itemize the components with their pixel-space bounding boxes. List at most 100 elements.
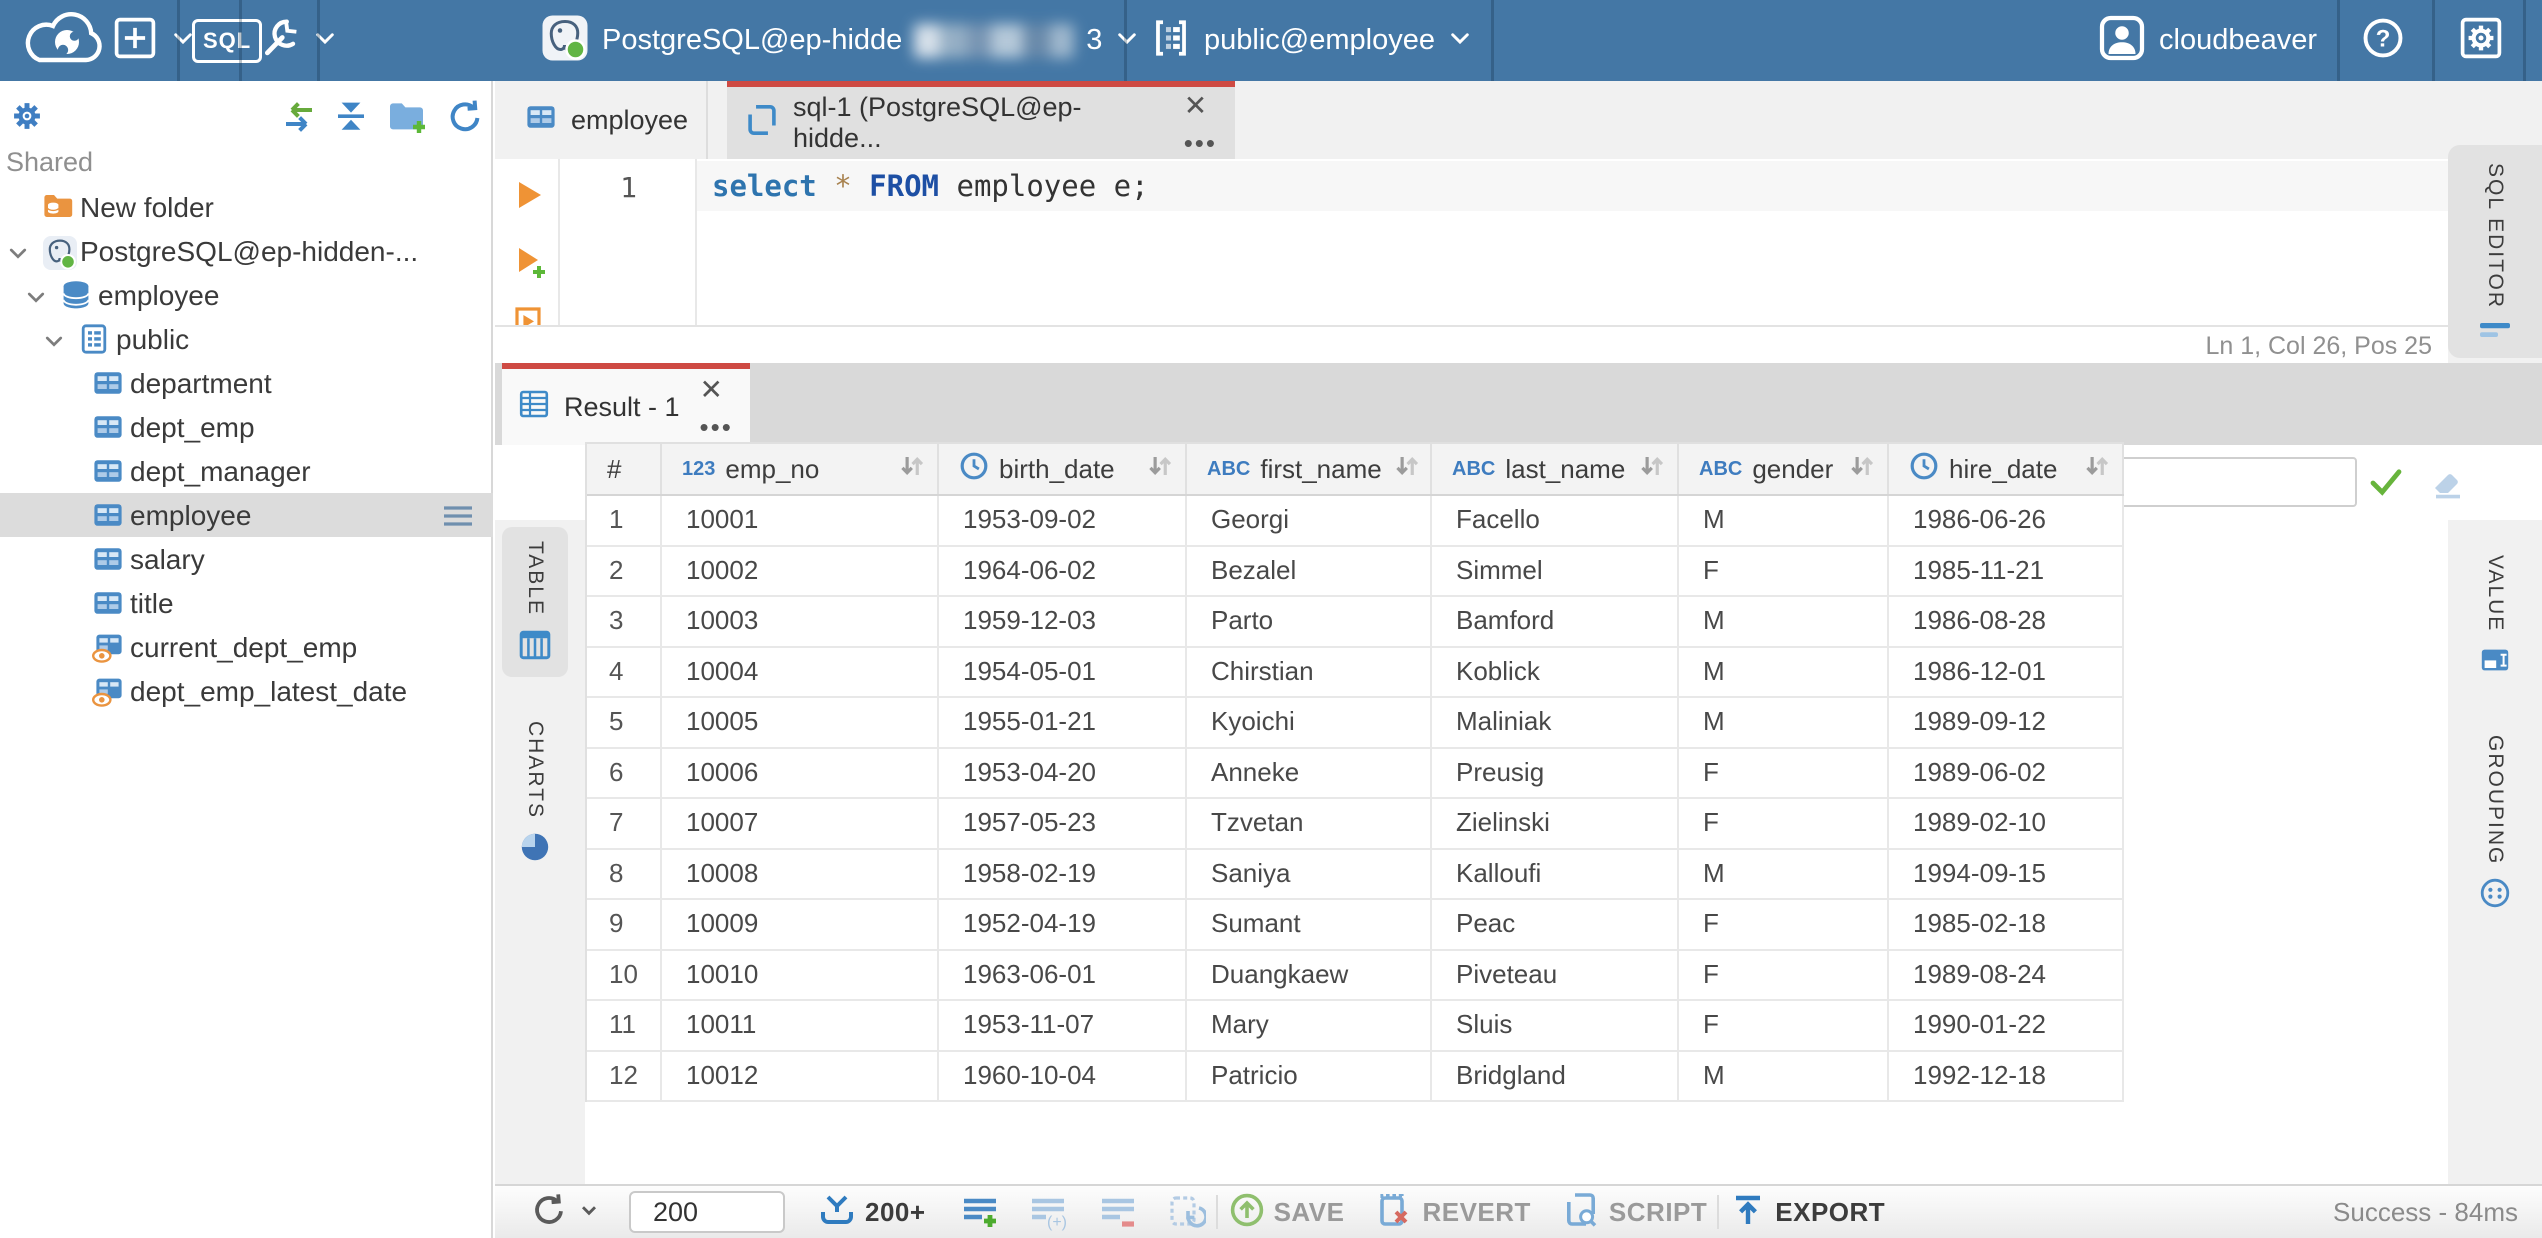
data-cell[interactable]: Duangkaew	[1187, 950, 1432, 999]
table-row[interactable]: 5 10005 1955-01-21 Kyoichi Maliniak M 1989-09-…	[587, 698, 2124, 749]
data-cell[interactable]: Preusig	[1432, 748, 1679, 797]
data-cell[interactable]: Kalloufi	[1432, 849, 1679, 898]
data-cell[interactable]: 1958-02-19	[939, 849, 1187, 898]
vtab-value[interactable]: VALUE	[2448, 555, 2542, 681]
data-cell[interactable]: 10012	[662, 1051, 939, 1100]
data-cell[interactable]: M	[1679, 597, 1889, 646]
data-cell[interactable]: 1959-12-03	[939, 597, 1187, 646]
data-cell[interactable]: 1953-11-07	[939, 1001, 1187, 1050]
tree-item-public[interactable]: public	[0, 317, 493, 361]
sync-navigator-icon[interactable]	[278, 99, 320, 140]
data-cell[interactable]: 10002	[662, 546, 939, 595]
data-cell[interactable]: 1985-02-18	[1889, 900, 2124, 949]
result-grid[interactable]: #123 emp_no birth_date ABC first_name ABC last…	[585, 442, 2124, 1102]
code-area[interactable]: select * FROM employee e;	[697, 159, 2448, 325]
connection-selector[interactable]: PostgreSQL@ep-hidde 3	[540, 0, 1140, 81]
data-cell[interactable]: 1986-06-26	[1889, 496, 2124, 545]
data-cell[interactable]: F	[1679, 748, 1889, 797]
clear-filter-icon[interactable]	[2429, 465, 2465, 504]
chevron-down-icon[interactable]	[24, 284, 48, 316]
data-cell[interactable]: Zielinski	[1432, 799, 1679, 848]
data-cell[interactable]: F	[1679, 546, 1889, 595]
data-cell[interactable]: 10001	[662, 496, 939, 545]
tree-item-employee[interactable]: employee	[0, 493, 493, 537]
table-row[interactable]: 3 10003 1959-12-03 Parto Bamford M 1986-08-28	[587, 597, 2124, 648]
tree-item-employee[interactable]: employee	[0, 273, 493, 317]
data-cell[interactable]: 1994-09-15	[1889, 849, 2124, 898]
data-cell[interactable]: 1985-11-21	[1889, 546, 2124, 595]
tab-menu-icon[interactable]: •••	[1184, 130, 1217, 156]
data-cell[interactable]: Tzvetan	[1187, 799, 1432, 848]
data-cell[interactable]: Simmel	[1432, 546, 1679, 595]
data-cell[interactable]: 10011	[662, 1001, 939, 1050]
export-button[interactable]: EXPORT	[1729, 1191, 1885, 1234]
tab-employee[interactable]: employee	[507, 81, 709, 159]
data-cell[interactable]: Chirstian	[1187, 647, 1432, 696]
data-cell[interactable]: 1986-12-01	[1889, 647, 2124, 696]
data-cell[interactable]: M	[1679, 1051, 1889, 1100]
tree-item-department[interactable]: department	[0, 361, 493, 405]
execute-query-button[interactable]	[511, 177, 547, 218]
data-cell[interactable]: 10010	[662, 950, 939, 999]
data-cell[interactable]: Maliniak	[1432, 698, 1679, 747]
data-cell[interactable]: 1953-04-20	[939, 748, 1187, 797]
data-cell[interactable]: 10007	[662, 799, 939, 848]
duplicate-row-button[interactable]: (+)	[1028, 1193, 1070, 1231]
tree-item-title[interactable]: title	[0, 581, 493, 625]
script-button[interactable]: SCRIPT	[1561, 1190, 1707, 1235]
data-cell[interactable]: 1957-05-23	[939, 799, 1187, 848]
data-cell[interactable]: Georgi	[1187, 496, 1432, 545]
tab-result-1[interactable]: Result - 1 ✕ •••	[502, 363, 750, 445]
data-cell[interactable]: 1960-10-04	[939, 1051, 1187, 1100]
tab-menu-icon[interactable]: •••	[700, 414, 733, 440]
vtab-grouping[interactable]: GROUPING	[2448, 735, 2542, 914]
table-row[interactable]: 12 10012 1960-10-04 Patricio Bridgland M 1992-…	[587, 1051, 2124, 1102]
tree-item-current-dept-emp[interactable]: current_dept_emp	[0, 625, 493, 669]
data-cell[interactable]: 10009	[662, 900, 939, 949]
table-row[interactable]: 7 10007 1957-05-23 Tzvetan Zielinski F 1989-02…	[587, 799, 2124, 850]
data-cell[interactable]: Patricio	[1187, 1051, 1432, 1100]
column-header-last_name[interactable]: ABC last_name	[1432, 444, 1679, 494]
data-cell[interactable]: M	[1679, 647, 1889, 696]
data-cell[interactable]: 10004	[662, 647, 939, 696]
apply-filter-icon[interactable]	[2367, 465, 2405, 504]
table-row[interactable]: 4 10004 1954-05-01 Chirstian Koblick M 1986-12…	[587, 647, 2124, 698]
help-button[interactable]: ?	[2360, 0, 2406, 81]
tab-sql-1[interactable]: sql-1 (PostgreSQL@ep-hidde... ✕ •••	[727, 81, 1235, 159]
refresh-tree-icon[interactable]	[445, 97, 485, 142]
save-button[interactable]: SAVE	[1228, 1191, 1345, 1234]
table-row[interactable]: 8 10008 1958-02-19 Saniya Kalloufi M 1994-09-1…	[587, 849, 2124, 900]
data-cell[interactable]: Piveteau	[1432, 950, 1679, 999]
data-cell[interactable]: 1989-06-02	[1889, 748, 2124, 797]
data-cell[interactable]: 10006	[662, 748, 939, 797]
sidebar-settings-icon[interactable]	[8, 97, 46, 140]
data-cell[interactable]: Bezalel	[1187, 546, 1432, 595]
vtab-sql-editor[interactable]: SQL EDITOR	[2448, 145, 2542, 359]
data-cell[interactable]: Sluis	[1432, 1001, 1679, 1050]
data-cell[interactable]: M	[1679, 849, 1889, 898]
data-cell[interactable]: M	[1679, 496, 1889, 545]
data-cell[interactable]: F	[1679, 1001, 1889, 1050]
fetch-size-input[interactable]	[629, 1191, 785, 1233]
add-folder-icon[interactable]	[386, 98, 430, 141]
tree-item-dept-manager[interactable]: dept_manager	[0, 449, 493, 493]
data-cell[interactable]: 1953-09-02	[939, 496, 1187, 545]
data-cell[interactable]: 1986-08-28	[1889, 597, 2124, 646]
close-icon[interactable]: ✕	[700, 376, 723, 404]
data-cell[interactable]: 1954-05-01	[939, 647, 1187, 696]
data-cell[interactable]: 1992-12-18	[1889, 1051, 2124, 1100]
data-cell[interactable]: 10008	[662, 849, 939, 898]
tree-item-new-folder[interactable]: New folder	[0, 185, 493, 229]
new-connection-button[interactable]	[112, 0, 196, 81]
delete-row-button[interactable]	[1098, 1193, 1138, 1231]
data-cell[interactable]: 1952-04-19	[939, 900, 1187, 949]
data-cell[interactable]: 1955-01-21	[939, 698, 1187, 747]
user-menu[interactable]: cloudbeaver	[2097, 0, 2317, 81]
data-cell[interactable]: F	[1679, 950, 1889, 999]
data-cell[interactable]: Saniya	[1187, 849, 1432, 898]
collapse-all-icon[interactable]	[332, 99, 370, 138]
data-cell[interactable]: 1990-01-22	[1889, 1001, 2124, 1050]
settings-button[interactable]	[2458, 0, 2504, 81]
data-cell[interactable]: Kyoichi	[1187, 698, 1432, 747]
table-row[interactable]: 1 10001 1953-09-02 Georgi Facello M 1986-06-26	[587, 496, 2124, 547]
